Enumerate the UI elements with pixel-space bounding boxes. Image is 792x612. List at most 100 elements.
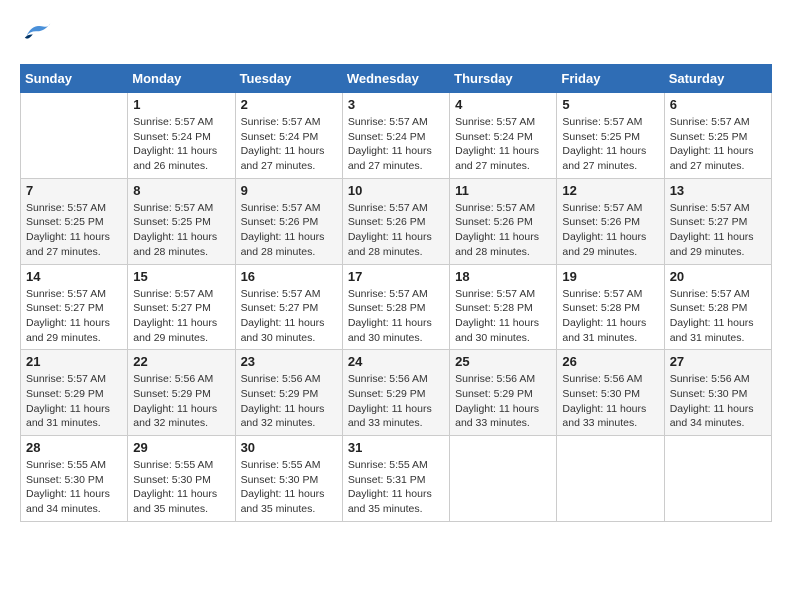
day-info: Sunrise: 5:57 AMSunset: 5:26 PMDaylight:…: [241, 201, 337, 260]
calendar-cell: 22 Sunrise: 5:56 AMSunset: 5:29 PMDayligh…: [128, 350, 235, 436]
day-number: 6: [670, 97, 766, 112]
calendar-header-saturday: Saturday: [664, 65, 771, 93]
day-number: 8: [133, 183, 229, 198]
day-info: Sunrise: 5:56 AMSunset: 5:29 PMDaylight:…: [133, 372, 229, 431]
day-number: 18: [455, 269, 551, 284]
calendar-cell: 16 Sunrise: 5:57 AMSunset: 5:27 PMDayligh…: [235, 264, 342, 350]
day-number: 9: [241, 183, 337, 198]
day-number: 1: [133, 97, 229, 112]
calendar-week-row: 7 Sunrise: 5:57 AMSunset: 5:25 PMDaylight…: [21, 178, 772, 264]
day-info: Sunrise: 5:57 AMSunset: 5:25 PMDaylight:…: [562, 115, 658, 174]
day-info: Sunrise: 5:57 AMSunset: 5:24 PMDaylight:…: [241, 115, 337, 174]
day-info: Sunrise: 5:57 AMSunset: 5:25 PMDaylight:…: [26, 201, 122, 260]
day-number: 15: [133, 269, 229, 284]
day-number: 10: [348, 183, 444, 198]
day-info: Sunrise: 5:57 AMSunset: 5:24 PMDaylight:…: [348, 115, 444, 174]
calendar-header-sunday: Sunday: [21, 65, 128, 93]
day-number: 27: [670, 354, 766, 369]
calendar-cell: 4 Sunrise: 5:57 AMSunset: 5:24 PMDaylight…: [450, 93, 557, 179]
day-info: Sunrise: 5:56 AMSunset: 5:29 PMDaylight:…: [348, 372, 444, 431]
day-number: 13: [670, 183, 766, 198]
day-number: 7: [26, 183, 122, 198]
day-number: 16: [241, 269, 337, 284]
day-number: 28: [26, 440, 122, 455]
calendar-header-tuesday: Tuesday: [235, 65, 342, 93]
day-number: 22: [133, 354, 229, 369]
day-number: 14: [26, 269, 122, 284]
day-info: Sunrise: 5:57 AMSunset: 5:26 PMDaylight:…: [455, 201, 551, 260]
calendar-cell: 9 Sunrise: 5:57 AMSunset: 5:26 PMDaylight…: [235, 178, 342, 264]
calendar-cell: 15 Sunrise: 5:57 AMSunset: 5:27 PMDayligh…: [128, 264, 235, 350]
day-info: Sunrise: 5:57 AMSunset: 5:27 PMDaylight:…: [241, 287, 337, 346]
day-number: 5: [562, 97, 658, 112]
calendar-cell: [664, 436, 771, 522]
day-number: 21: [26, 354, 122, 369]
day-info: Sunrise: 5:57 AMSunset: 5:27 PMDaylight:…: [133, 287, 229, 346]
calendar-cell: 17 Sunrise: 5:57 AMSunset: 5:28 PMDayligh…: [342, 264, 449, 350]
day-info: Sunrise: 5:57 AMSunset: 5:26 PMDaylight:…: [348, 201, 444, 260]
calendar-cell: 18 Sunrise: 5:57 AMSunset: 5:28 PMDayligh…: [450, 264, 557, 350]
day-info: Sunrise: 5:57 AMSunset: 5:28 PMDaylight:…: [670, 287, 766, 346]
calendar-cell: 25 Sunrise: 5:56 AMSunset: 5:29 PMDayligh…: [450, 350, 557, 436]
day-info: Sunrise: 5:57 AMSunset: 5:28 PMDaylight:…: [562, 287, 658, 346]
calendar-cell: 13 Sunrise: 5:57 AMSunset: 5:27 PMDayligh…: [664, 178, 771, 264]
calendar-cell: 14 Sunrise: 5:57 AMSunset: 5:27 PMDayligh…: [21, 264, 128, 350]
day-info: Sunrise: 5:57 AMSunset: 5:29 PMDaylight:…: [26, 372, 122, 431]
calendar-cell: 30Sunrise: 5:55 AMSunset: 5:30 PMDayligh…: [235, 436, 342, 522]
calendar-cell: 12 Sunrise: 5:57 AMSunset: 5:26 PMDayligh…: [557, 178, 664, 264]
calendar-cell: 2 Sunrise: 5:57 AMSunset: 5:24 PMDaylight…: [235, 93, 342, 179]
day-number: 25: [455, 354, 551, 369]
calendar-cell: 26 Sunrise: 5:56 AMSunset: 5:30 PMDayligh…: [557, 350, 664, 436]
calendar-cell: 1 Sunrise: 5:57 AMSunset: 5:24 PMDaylight…: [128, 93, 235, 179]
day-info: Sunrise: 5:57 AMSunset: 5:27 PMDaylight:…: [26, 287, 122, 346]
day-number: 31: [348, 440, 444, 455]
day-info: Sunrise: 5:57 AMSunset: 5:28 PMDaylight:…: [348, 287, 444, 346]
calendar-cell: 20Sunrise: 5:57 AMSunset: 5:28 PMDayligh…: [664, 264, 771, 350]
day-info: Sunrise: 5:56 AMSunset: 5:29 PMDaylight:…: [241, 372, 337, 431]
day-number: 17: [348, 269, 444, 284]
calendar-week-row: 1 Sunrise: 5:57 AMSunset: 5:24 PMDaylight…: [21, 93, 772, 179]
logo: [20, 20, 56, 48]
page-header: [20, 20, 772, 48]
calendar-header-monday: Monday: [128, 65, 235, 93]
calendar-cell: 11Sunrise: 5:57 AMSunset: 5:26 PMDayligh…: [450, 178, 557, 264]
day-number: 23: [241, 354, 337, 369]
calendar-cell: 10 Sunrise: 5:57 AMSunset: 5:26 PMDayligh…: [342, 178, 449, 264]
calendar-cell: 23 Sunrise: 5:56 AMSunset: 5:29 PMDayligh…: [235, 350, 342, 436]
calendar-cell: [450, 436, 557, 522]
logo-icon: [20, 20, 52, 48]
day-number: 24: [348, 354, 444, 369]
calendar-week-row: 21 Sunrise: 5:57 AMSunset: 5:29 PMDayligh…: [21, 350, 772, 436]
day-number: 19: [562, 269, 658, 284]
calendar-cell: 5 Sunrise: 5:57 AMSunset: 5:25 PMDaylight…: [557, 93, 664, 179]
calendar-cell: 31 Sunrise: 5:55 AMSunset: 5:31 PMDayligh…: [342, 436, 449, 522]
day-info: Sunrise: 5:56 AMSunset: 5:29 PMDaylight:…: [455, 372, 551, 431]
calendar-cell: 28 Sunrise: 5:55 AMSunset: 5:30 PMDayligh…: [21, 436, 128, 522]
calendar-cell: 19 Sunrise: 5:57 AMSunset: 5:28 PMDayligh…: [557, 264, 664, 350]
day-number: 2: [241, 97, 337, 112]
day-info: Sunrise: 5:55 AMSunset: 5:30 PMDaylight:…: [26, 458, 122, 517]
calendar-cell: 8Sunrise: 5:57 AMSunset: 5:25 PMDaylight…: [128, 178, 235, 264]
day-info: Sunrise: 5:57 AMSunset: 5:24 PMDaylight:…: [133, 115, 229, 174]
calendar-header-friday: Friday: [557, 65, 664, 93]
calendar-cell: 24 Sunrise: 5:56 AMSunset: 5:29 PMDayligh…: [342, 350, 449, 436]
day-info: Sunrise: 5:55 AMSunset: 5:30 PMDaylight:…: [241, 458, 337, 517]
calendar-cell: 3 Sunrise: 5:57 AMSunset: 5:24 PMDaylight…: [342, 93, 449, 179]
day-number: 12: [562, 183, 658, 198]
calendar-cell: [557, 436, 664, 522]
day-number: 29: [133, 440, 229, 455]
day-info: Sunrise: 5:57 AMSunset: 5:28 PMDaylight:…: [455, 287, 551, 346]
day-number: 26: [562, 354, 658, 369]
calendar-table: SundayMondayTuesdayWednesdayThursdayFrid…: [20, 64, 772, 522]
calendar-header-thursday: Thursday: [450, 65, 557, 93]
day-info: Sunrise: 5:57 AMSunset: 5:26 PMDaylight:…: [562, 201, 658, 260]
calendar-week-row: 28 Sunrise: 5:55 AMSunset: 5:30 PMDayligh…: [21, 436, 772, 522]
day-info: Sunrise: 5:57 AMSunset: 5:24 PMDaylight:…: [455, 115, 551, 174]
calendar-cell: 29Sunrise: 5:55 AMSunset: 5:30 PMDayligh…: [128, 436, 235, 522]
calendar-cell: 21 Sunrise: 5:57 AMSunset: 5:29 PMDayligh…: [21, 350, 128, 436]
day-info: Sunrise: 5:56 AMSunset: 5:30 PMDaylight:…: [562, 372, 658, 431]
day-info: Sunrise: 5:55 AMSunset: 5:31 PMDaylight:…: [348, 458, 444, 517]
day-number: 4: [455, 97, 551, 112]
day-info: Sunrise: 5:57 AMSunset: 5:27 PMDaylight:…: [670, 201, 766, 260]
day-number: 3: [348, 97, 444, 112]
